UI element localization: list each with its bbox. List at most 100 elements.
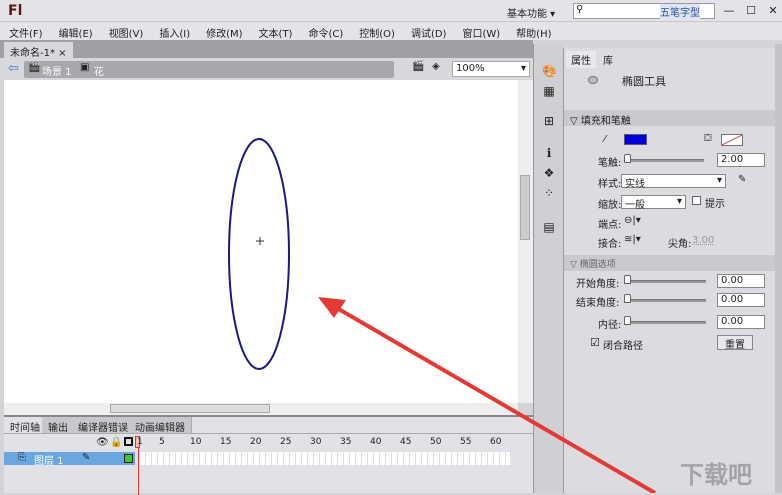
tab-compiler-errors[interactable]: 编译器错误 <box>72 417 135 434</box>
inner-radius-knob[interactable] <box>624 316 631 325</box>
stroke-label: 笔触: <box>598 158 622 169</box>
menu-commands[interactable]: 命令(C) <box>299 22 350 40</box>
components-icon[interactable]: ❖ <box>542 166 556 180</box>
start-angle-slider[interactable] <box>624 280 706 283</box>
stroke-width-input[interactable]: 2.00 <box>717 153 765 167</box>
style-label: 样式: <box>598 179 622 190</box>
style-select[interactable]: 实线 ▾ <box>621 174 726 190</box>
close-button[interactable]: ✕ <box>762 2 782 20</box>
end-angle-knob[interactable] <box>624 294 631 303</box>
maximize-button[interactable]: ☐ <box>740 2 762 20</box>
miter-label: 尖角: <box>668 239 692 250</box>
timeline-panel: 时间轴 输出 编译器错误 动画编辑器 👁 🔒 1 5 10 15 20 25 3… <box>4 415 533 495</box>
stroke-slider-knob[interactable] <box>624 154 631 163</box>
right-collapsed-panel[interactable] <box>775 44 782 493</box>
swatches-icon[interactable]: ▦ <box>542 84 556 98</box>
frame-strip[interactable] <box>140 452 510 465</box>
lock-icon[interactable]: 🔒 <box>110 437 122 448</box>
edit-scene-icon[interactable]: 🎬 <box>412 61 424 72</box>
frame-number: 40 <box>370 437 382 447</box>
section-fill-stroke[interactable]: ▽ 填充和笔触 <box>564 110 776 127</box>
menu-debug[interactable]: 调试(D) <box>402 22 454 40</box>
menu-view[interactable]: 视图(V) <box>100 22 151 40</box>
start-angle-knob[interactable] <box>624 275 631 284</box>
start-angle-input[interactable]: 0.00 <box>717 274 765 288</box>
transform-icon[interactable]: ▤ <box>542 220 556 234</box>
frame-number: 15 <box>220 437 232 447</box>
cap-select[interactable]: ⊖|▾ <box>624 215 641 226</box>
zoom-select[interactable]: 100% ▾ <box>452 61 530 77</box>
info-icon[interactable]: ℹ <box>542 146 556 160</box>
hint-checkbox[interactable] <box>692 196 701 205</box>
inner-radius-slider[interactable] <box>624 321 706 324</box>
section-ellipse-options[interactable]: ▽ 椭圆选项 <box>564 255 776 271</box>
workspace-label: 基本功能 <box>507 9 547 20</box>
miter-value[interactable]: 3.00 <box>692 235 714 246</box>
menu-insert[interactable]: 插入(I) <box>150 22 197 40</box>
layer-row[interactable]: ⎘ 图层 1 ✎ <box>4 452 135 467</box>
inner-radius-input[interactable]: 0.00 <box>717 315 765 329</box>
zoom-value: 100% <box>456 63 485 74</box>
layer-name: 图层 1 <box>34 456 64 467</box>
vertical-scrollbar[interactable] <box>518 80 533 403</box>
breadcrumb-scene[interactable]: 场景 1 <box>42 63 72 78</box>
end-angle-input[interactable]: 0.00 <box>717 293 765 307</box>
tool-name: 椭圆工具 <box>622 75 666 88</box>
close-path-label: 闭合路径 <box>603 341 643 352</box>
tab-timeline[interactable]: 时间轴 <box>4 417 47 434</box>
document-tab[interactable]: 未命名-1* × <box>4 42 73 59</box>
layer-icon: ⎘ <box>18 452 26 463</box>
menu-modify[interactable]: 修改(M) <box>197 22 249 40</box>
menu-help[interactable]: 帮助(H) <box>507 22 558 40</box>
minimize-button[interactable]: — <box>718 2 740 20</box>
frame-number: 25 <box>280 437 292 447</box>
tab-properties[interactable]: 属性 <box>566 51 596 68</box>
motion-presets-icon[interactable]: ⁘ <box>542 186 556 200</box>
menu-control[interactable]: 控制(O) <box>350 22 402 40</box>
breadcrumb-symbol[interactable]: 花 <box>94 63 104 78</box>
frame-number: 55 <box>460 437 472 447</box>
stage-drawing <box>228 138 290 370</box>
frame-number: 20 <box>250 437 262 447</box>
fill-color-none-swatch[interactable] <box>721 134 743 146</box>
ime-indicator: 五笔字型 <box>660 4 700 19</box>
stroke-slider[interactable] <box>624 159 704 162</box>
layer-color-swatch[interactable] <box>124 454 133 463</box>
align-icon[interactable]: ⊞ <box>542 114 556 128</box>
tab-output[interactable]: 输出 <box>42 417 75 434</box>
edit-symbol-icon[interactable]: ◈ <box>432 61 440 72</box>
stroke-pencil-icon: ⁄ <box>604 134 606 145</box>
pencil-icon: ✎ <box>82 452 91 463</box>
eye-icon[interactable]: 👁 <box>96 437 109 448</box>
end-angle-slider[interactable] <box>624 299 706 302</box>
workspace-switcher[interactable]: 基本功能 ▾ <box>507 5 555 20</box>
ellipse-shape[interactable] <box>228 138 290 370</box>
properties-panel: 属性 库 椭圆工具 ▽ 填充和笔触 ⁄ ⛋ 笔触: 2.00 样式: 实线 ▾ ✎… <box>563 48 776 493</box>
edit-stroke-style-icon[interactable]: ✎ <box>738 174 746 185</box>
start-angle-label: 开始角度: <box>576 279 620 290</box>
menu-edit[interactable]: 编辑(E) <box>50 22 100 40</box>
scene-icon: 🎬 <box>28 62 41 73</box>
stroke-color-swatch[interactable] <box>624 134 647 145</box>
outline-icon[interactable] <box>124 437 133 446</box>
join-select[interactable]: ≋|▾ <box>624 234 641 245</box>
menu-text[interactable]: 文本(T) <box>250 22 300 40</box>
breadcrumb: 🎬 场景 1 ▣ 花 <box>24 61 394 78</box>
reset-button[interactable]: 重置 <box>717 335 753 351</box>
menu-file[interactable]: 文件(F) <box>0 22 50 40</box>
back-arrow-icon[interactable]: ⇦ <box>8 61 19 76</box>
stage-canvas[interactable] <box>4 80 518 403</box>
scale-label: 缩放: <box>598 200 622 211</box>
style-value: 实线 <box>625 179 645 190</box>
tab-motion-editor[interactable]: 动画编辑器 <box>129 417 192 434</box>
horizontal-scrollbar[interactable] <box>4 403 518 415</box>
frame-number: 30 <box>310 437 322 447</box>
close-path-checkbox[interactable]: ☑ <box>590 336 600 349</box>
symbol-icon: ▣ <box>80 62 90 73</box>
tab-library[interactable]: 库 <box>598 51 618 68</box>
scale-select[interactable]: 一般 ▾ <box>621 195 686 211</box>
color-palette-icon[interactable]: 🎨 <box>542 64 557 78</box>
menu-window[interactable]: 窗口(W) <box>453 22 507 40</box>
inner-radius-label: 内径: <box>598 320 622 331</box>
end-angle-label: 结束角度: <box>576 298 620 309</box>
